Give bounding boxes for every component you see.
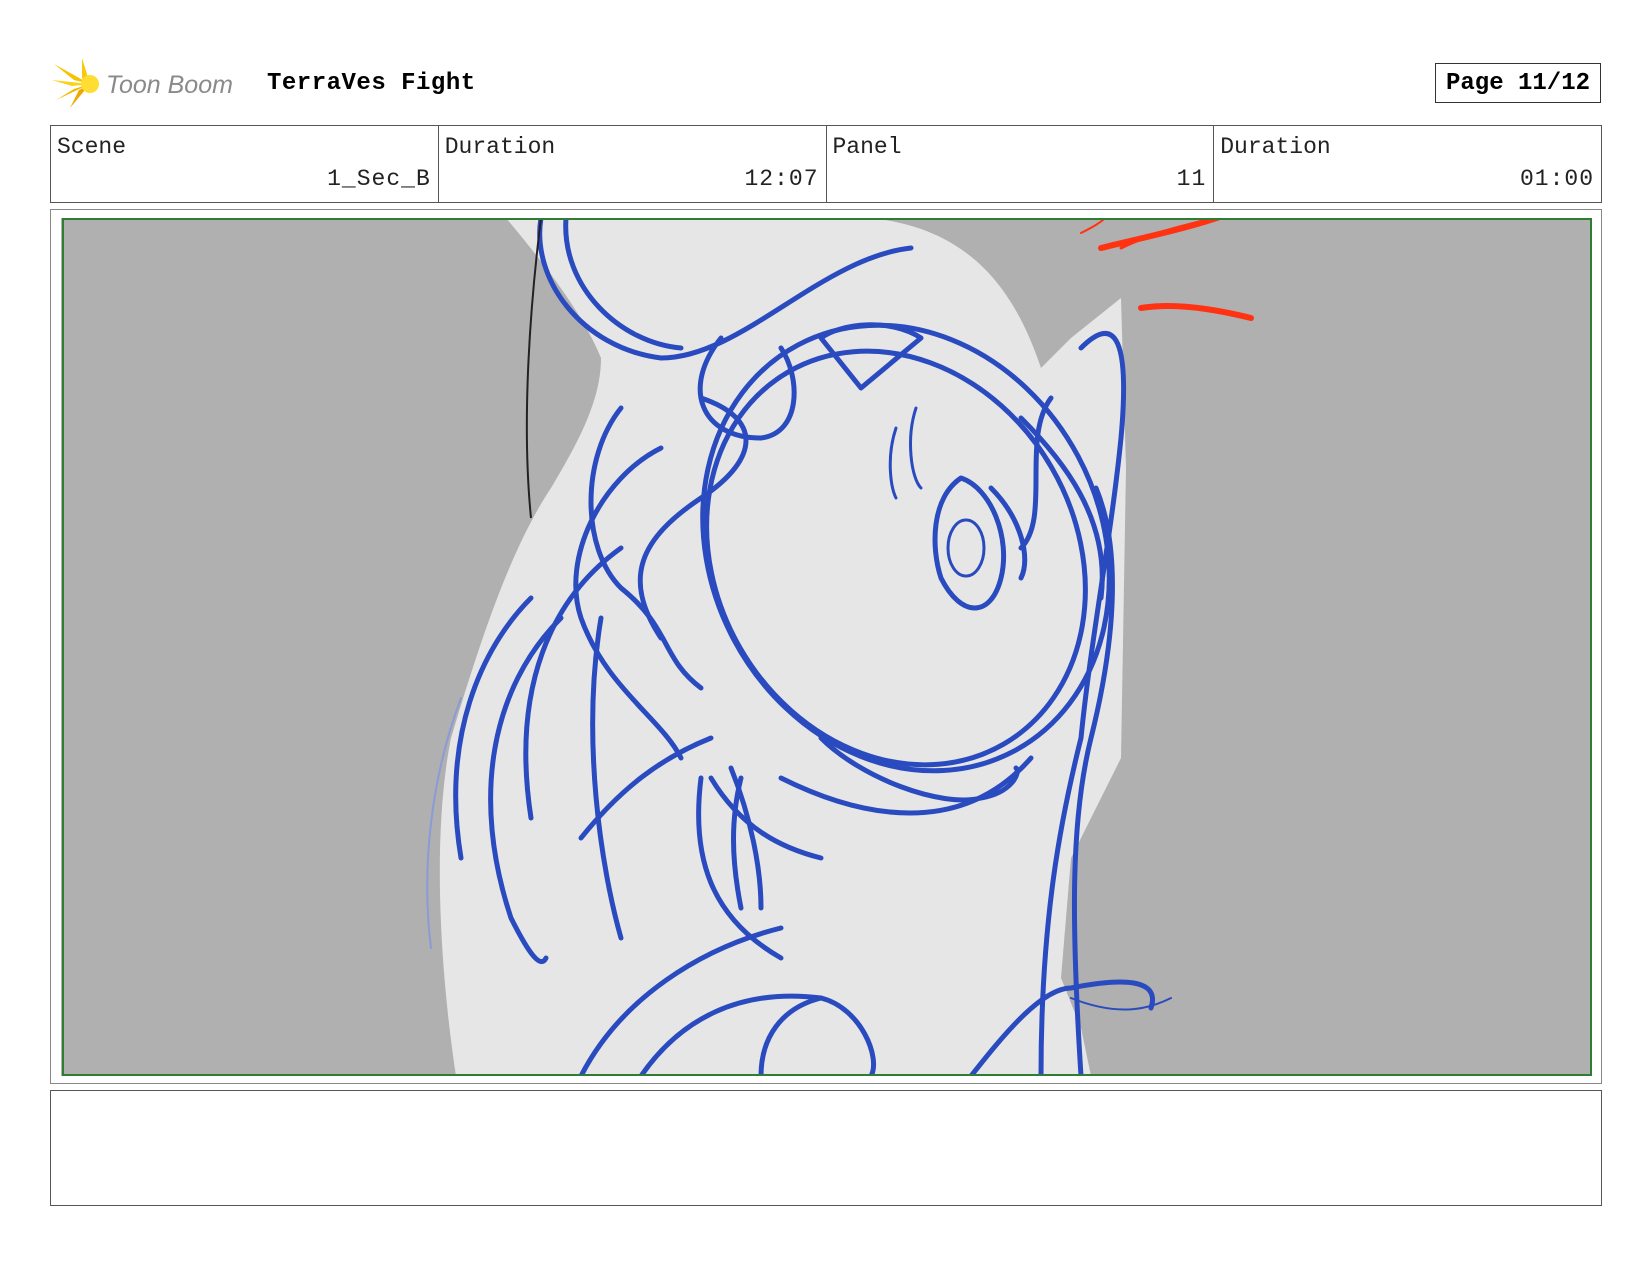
page-number: Page 11/12 (1435, 63, 1601, 103)
panel-label: Panel (832, 134, 902, 160)
scene-value: 1_Sec_B (327, 166, 431, 192)
panel-duration-label: Duration (1220, 134, 1331, 160)
logo-text: Toon Boom (106, 71, 233, 99)
toon-boom-logo: Toon Boom (52, 56, 252, 112)
red-motion-strokes (1080, 218, 1254, 321)
panel-frame (50, 209, 1602, 1084)
storyboard-info-table: Scene 1_Sec_B Duration 12:07 Panel 11 Du… (50, 125, 1602, 203)
scene-duration-cell: Duration 12:07 (439, 126, 827, 202)
starburst-icon (52, 58, 99, 108)
panel-duration-cell: Duration 01:00 (1214, 126, 1601, 202)
project-title: TerraVes Fight (267, 70, 476, 97)
scene-duration-value: 12:07 (744, 166, 819, 192)
scene-duration-label: Duration (444, 134, 556, 160)
panel-sketch (61, 218, 1591, 1076)
scene-cell: Scene 1_Sec_B (51, 126, 439, 202)
panel-notes-box (50, 1090, 1602, 1206)
character-sketch-drawing (426, 218, 1254, 1076)
panel-value: 11 (1176, 166, 1207, 192)
panel-duration-value: 01:00 (1519, 166, 1594, 192)
panel-cell: Panel 11 (827, 126, 1215, 202)
scene-label: Scene (57, 134, 127, 160)
